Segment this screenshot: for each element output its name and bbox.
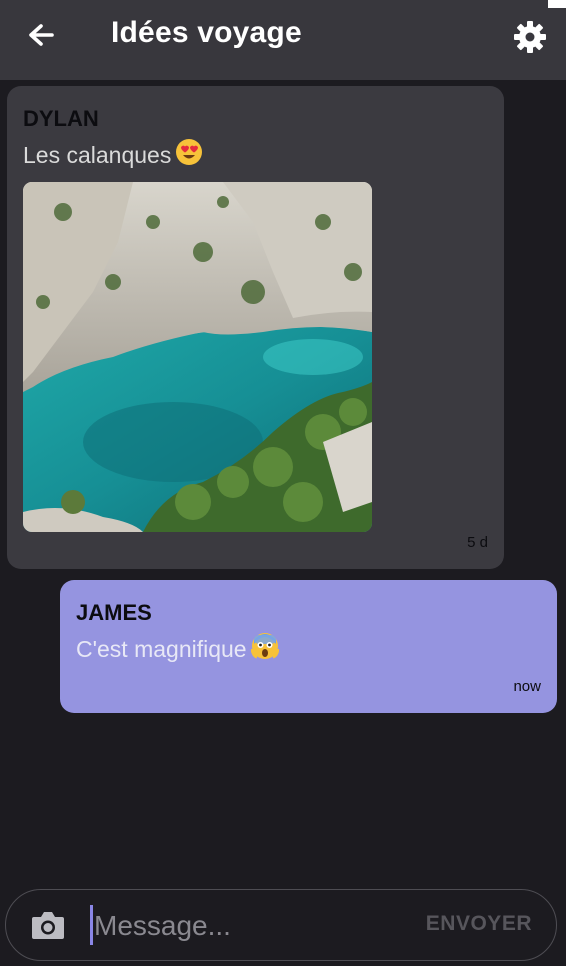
send-button[interactable]: ENVOYER bbox=[426, 912, 532, 936]
message-text-line: Les calanques bbox=[23, 138, 203, 172]
message-input[interactable] bbox=[92, 900, 416, 952]
message-bubble-incoming[interactable]: DYLAN Les calanques 5 d bbox=[7, 86, 504, 569]
arrow-left-icon bbox=[29, 24, 54, 46]
message-timestamp: 5 d bbox=[467, 534, 488, 551]
message-text: Les calanques bbox=[23, 142, 172, 168]
page-title: Idées voyage bbox=[111, 16, 302, 49]
gear-icon bbox=[514, 21, 546, 53]
settings-button[interactable] bbox=[510, 17, 550, 57]
message-bubble-outgoing[interactable]: JAMES C'est magnifique now bbox=[60, 580, 557, 713]
message-timestamp: now bbox=[513, 678, 541, 695]
heart-eyes-emoji-icon bbox=[175, 138, 203, 172]
screaming-face-emoji-icon bbox=[250, 632, 280, 666]
message-sender: JAMES bbox=[76, 600, 152, 625]
app-header: Idées voyage bbox=[0, 0, 566, 80]
corner-mark bbox=[548, 0, 566, 8]
message-sender: DYLAN bbox=[23, 106, 99, 131]
camera-button[interactable] bbox=[30, 908, 66, 942]
message-composer: ENVOYER bbox=[5, 889, 557, 961]
message-text-line: C'est magnifique bbox=[76, 632, 280, 666]
calanque-photo[interactable] bbox=[23, 182, 372, 532]
message-text: C'est magnifique bbox=[76, 636, 247, 662]
back-button[interactable] bbox=[22, 18, 62, 58]
camera-icon bbox=[32, 912, 64, 939]
